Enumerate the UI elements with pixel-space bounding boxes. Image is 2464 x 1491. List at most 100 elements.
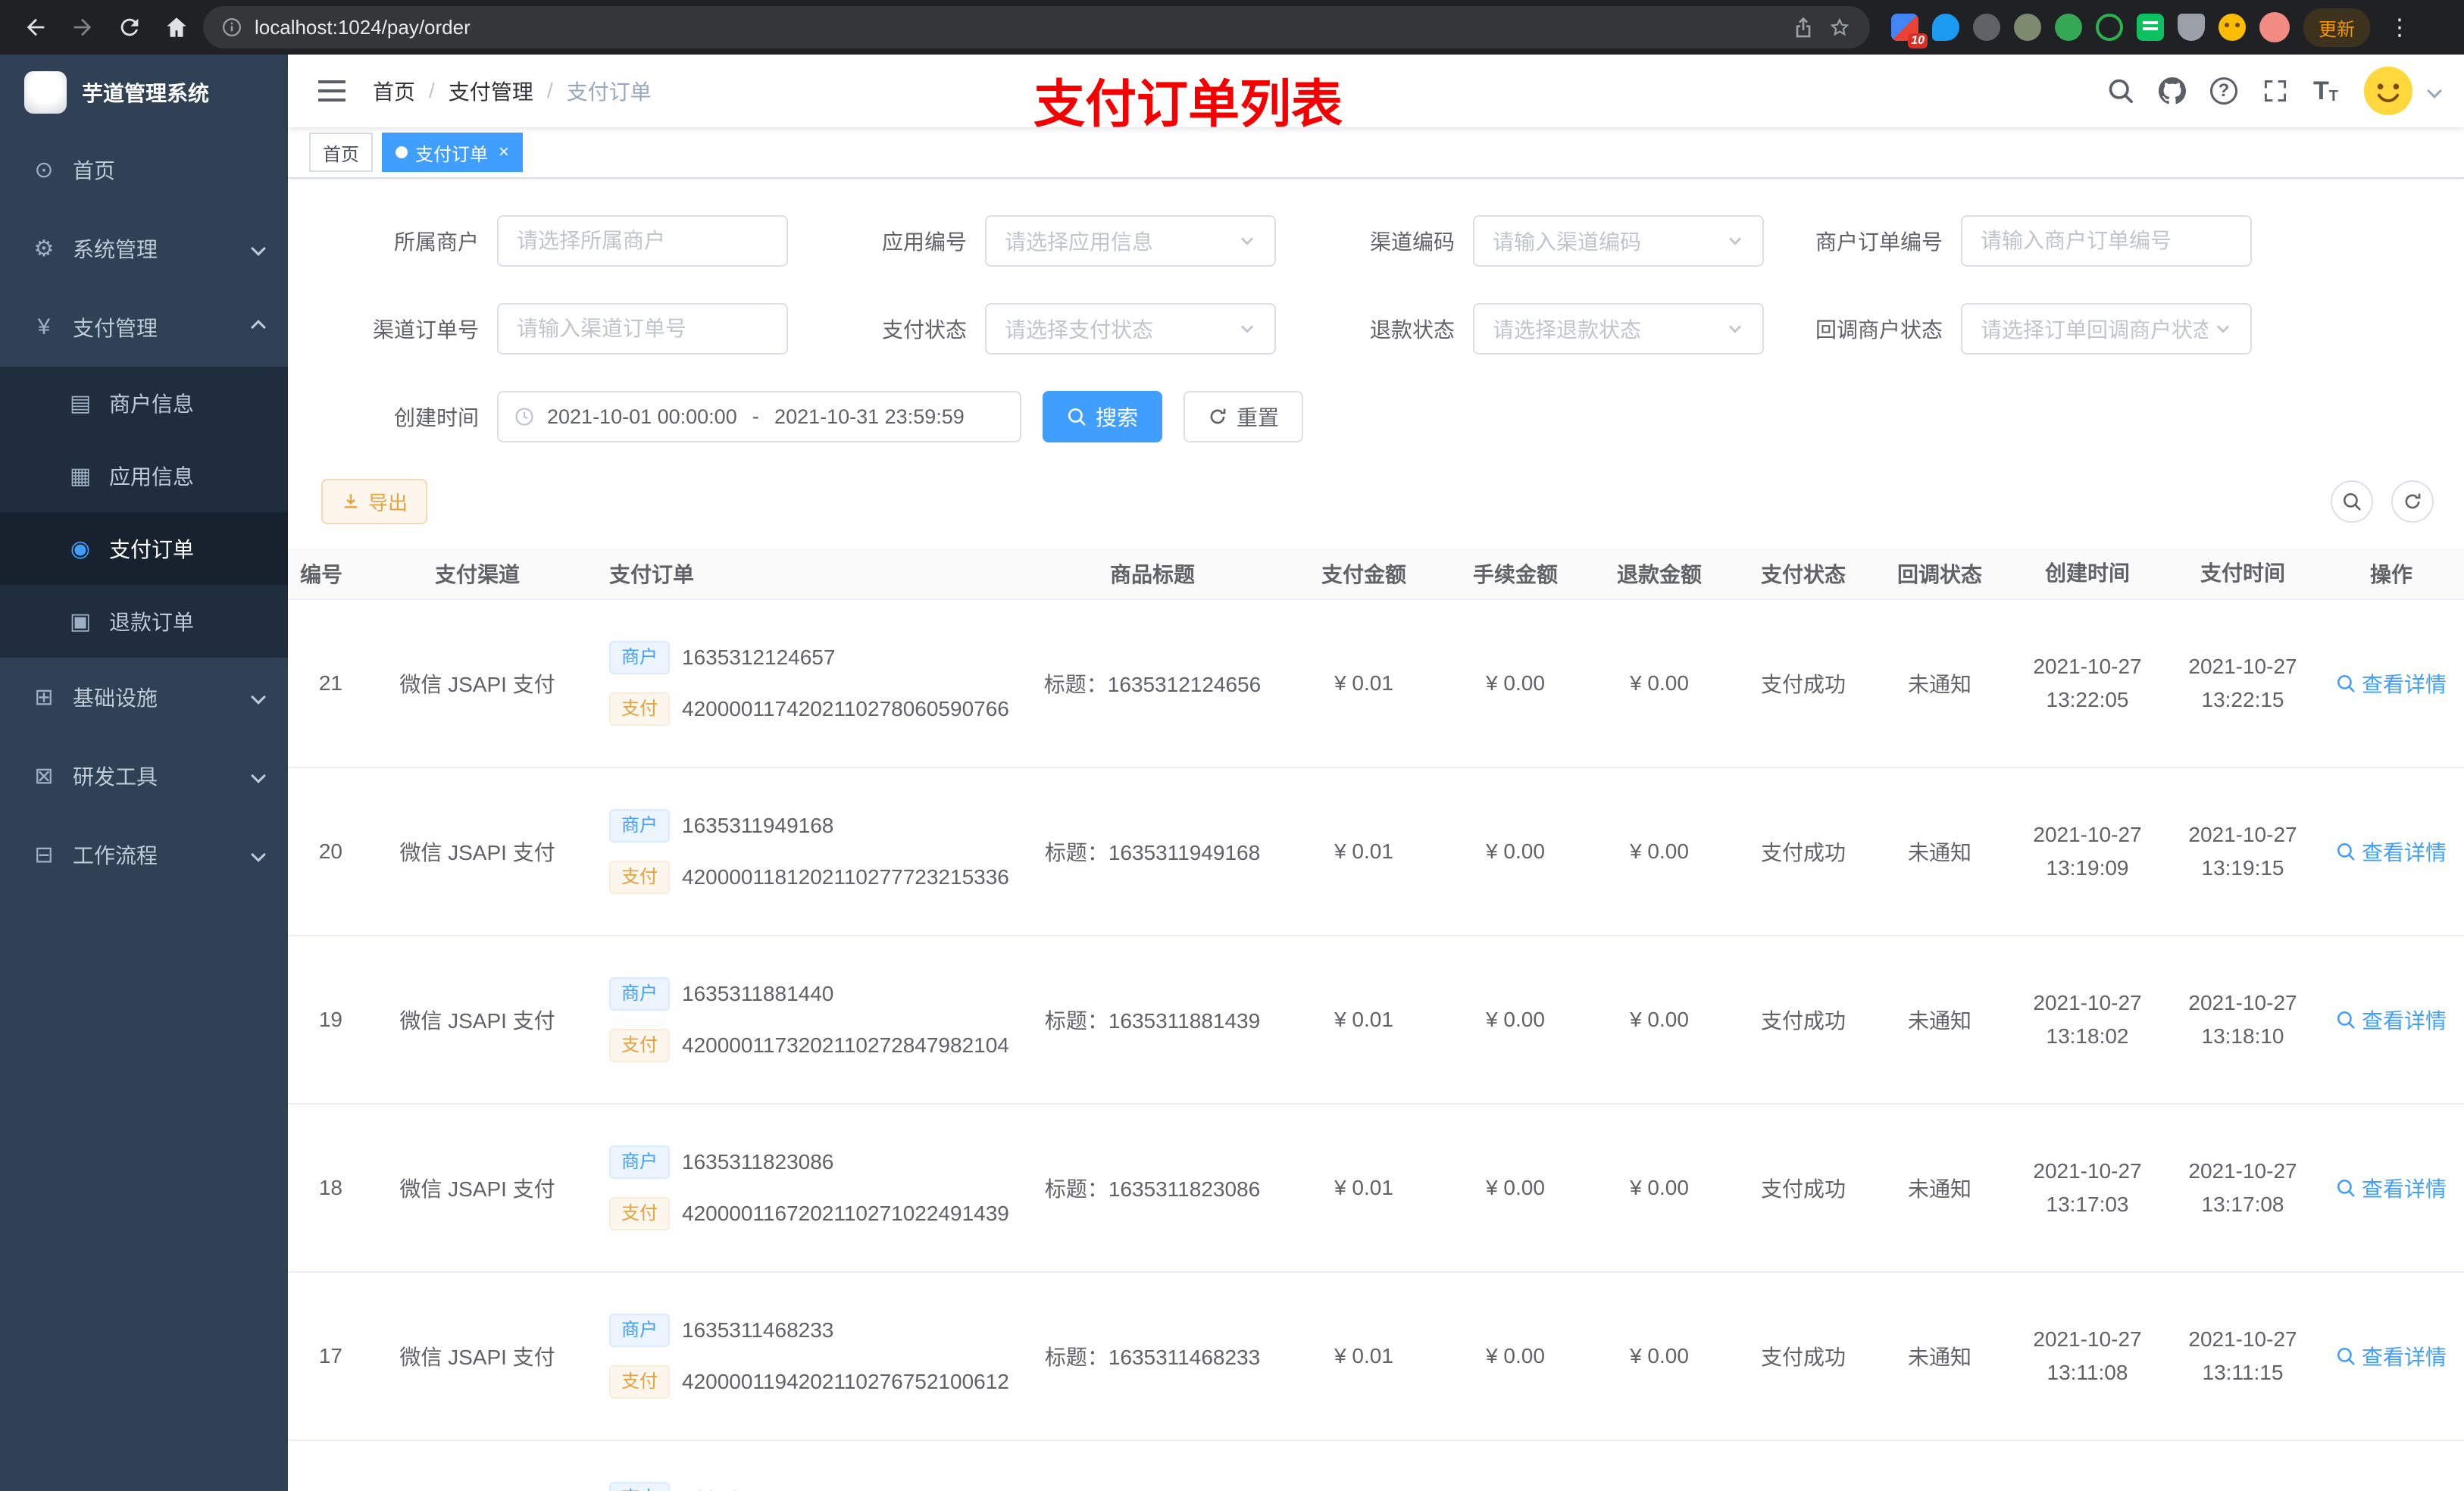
user-avatar[interactable]	[2362, 65, 2414, 117]
url-text[interactable]: localhost:1024/pay/order	[255, 16, 1779, 39]
extension-icon[interactable]	[2219, 14, 2246, 41]
notify-status-select[interactable]: 请选择订单回调商户状态	[1961, 303, 2252, 355]
extension-icon[interactable]: 10	[1891, 14, 1928, 48]
cell-action: 查看详情	[2319, 1105, 2464, 1271]
extensions-area: 10 更新 ⋮	[1891, 8, 2422, 48]
sidebar-item-devtools[interactable]: ⊠ 研发工具	[0, 736, 288, 815]
view-detail-link[interactable]: 查看详情	[2336, 1341, 2447, 1371]
cell-fee: ¥ 0.00	[1486, 1176, 1545, 1199]
filter-label: 所属商户	[393, 230, 479, 254]
channel-code-select[interactable]: 请输入渠道编码	[1473, 215, 1764, 267]
table-header-row: 编号 支付渠道 支付订单 商品标题 支付金额 手续金额 退款金额 支付状态 回调…	[288, 549, 2464, 600]
app-select[interactable]: 请选择应用信息	[985, 215, 1276, 267]
cell-title: 标题：1635311823086	[1044, 1177, 1261, 1201]
browser-home-button[interactable]	[156, 7, 197, 48]
bookmark-star-icon[interactable]	[1828, 15, 1852, 39]
search-icon	[2336, 1010, 2356, 1030]
help-icon[interactable]: ?	[2210, 77, 2237, 105]
share-icon[interactable]	[1791, 15, 1815, 39]
extension-icon[interactable]	[2055, 14, 2082, 41]
workflow-icon: ⊟	[34, 842, 54, 867]
create-time-range-picker[interactable]: 2021-10-01 00:00:00 - 2021-10-31 23:59:5…	[497, 391, 1021, 442]
merchant-order-no: 1635311949168	[682, 814, 834, 837]
cell-channel: 微信 JSAPI 支付	[399, 1177, 555, 1201]
pay-tag: 支付	[609, 692, 670, 726]
fullscreen-icon[interactable]	[2262, 77, 2289, 105]
chevron-down-icon	[251, 768, 266, 783]
view-detail-label: 查看详情	[2361, 1009, 2447, 1033]
browser-forward-button[interactable]	[62, 7, 103, 48]
view-detail-link[interactable]: 查看详情	[2336, 1173, 2447, 1203]
merchant-order-no: 1635312124657	[682, 645, 836, 669]
app-logo[interactable]: 芋道管理系统	[0, 55, 288, 130]
view-detail-link[interactable]: 查看详情	[2336, 836, 2447, 867]
sidebar-item-home[interactable]: ⊙ 首页	[0, 130, 288, 209]
cell-fee	[1447, 1441, 1584, 1491]
cell-refund: ¥ 0.00	[1630, 1344, 1689, 1368]
font-size-icon[interactable]: TT	[2313, 78, 2338, 104]
chevron-down-icon	[251, 847, 266, 862]
extension-icon[interactable]	[1932, 14, 1959, 41]
cell-create-time: 2021-10-27 13:18:02	[2008, 936, 2167, 1103]
breadcrumb-item[interactable]: 首页	[373, 76, 415, 106]
sidebar-item-refund-order[interactable]: ▣ 退款订单	[0, 585, 288, 658]
toggle-search-button[interactable]	[2331, 480, 2373, 523]
tab-home[interactable]: 首页	[309, 133, 373, 172]
sidebar-item-merchant-info[interactable]: ▤ 商户信息	[0, 367, 288, 439]
cell-notify: 未通知	[1907, 1009, 1972, 1033]
site-info-icon[interactable]	[221, 17, 242, 38]
cell-amount: ¥ 0.01	[1334, 1344, 1393, 1368]
chevron-down-icon	[1238, 232, 1256, 250]
export-button[interactable]: 导出	[321, 479, 428, 524]
cell-channel: 微信 JSAPI 支付	[399, 841, 555, 864]
tab-pay-order[interactable]: 支付订单 ×	[382, 133, 524, 172]
extension-icon[interactable]	[2096, 14, 2123, 41]
merchant-order-no-input[interactable]	[1961, 215, 2252, 267]
column-header-create-time: 创建时间	[2044, 561, 2130, 585]
github-icon[interactable]	[2159, 77, 2186, 105]
sidebar-item-payment[interactable]: ¥ 支付管理	[0, 288, 288, 367]
search-icon[interactable]	[2107, 77, 2134, 105]
filter-label: 商户订单编号	[1815, 230, 1943, 254]
view-detail-label: 查看详情	[2361, 1177, 2447, 1201]
cell-action: 查看详情	[2319, 936, 2464, 1103]
extension-icon[interactable]	[2014, 14, 2041, 41]
close-icon[interactable]: ×	[499, 142, 509, 163]
merchant-order-line: 商户 1635312124657	[609, 641, 835, 674]
refresh-icon	[1208, 407, 1227, 427]
chevron-down-icon	[1726, 320, 1744, 338]
search-button[interactable]: 搜索	[1043, 391, 1163, 442]
sidebar-item-pay-order[interactable]: ◉ 支付订单	[0, 512, 288, 585]
refund-status-select[interactable]: 请选择退款状态	[1473, 303, 1764, 355]
merchant-input[interactable]	[497, 215, 788, 267]
pay-status-select[interactable]: 请选择支付状态	[985, 303, 1276, 355]
browser-update-button[interactable]: 更新	[2303, 8, 2370, 47]
pin-icon[interactable]	[2178, 14, 2205, 41]
address-bar[interactable]: localhost:1024/pay/order	[203, 6, 1870, 48]
time: 13:18:10	[2201, 1024, 2284, 1048]
extension-icon[interactable]	[2137, 14, 2164, 41]
sidebar-item-infrastructure[interactable]: ⊞ 基础设施	[0, 658, 288, 736]
channel-order-no-input[interactable]	[497, 303, 788, 355]
reset-button[interactable]: 重置	[1184, 391, 1304, 442]
refresh-table-button[interactable]	[2391, 480, 2434, 523]
table-row: 17 微信 JSAPI 支付 商户 1635311468233 支付 4200001…	[288, 1273, 2464, 1441]
view-detail-link[interactable]: 查看详情	[2336, 1005, 2447, 1035]
app-shell: 芋道管理系统 ⊙ 首页 ⚙ 系统管理 ¥ 支付管理 ▤ 商户信息 ▦ 应用信息 …	[0, 55, 2464, 1491]
cell-channel: 微信 JSAPI 支付	[399, 673, 555, 696]
breadcrumb-item[interactable]: 支付管理	[449, 76, 533, 106]
sidebar-item-app-info[interactable]: ▦ 应用信息	[0, 439, 288, 512]
hamburger-icon[interactable]	[318, 89, 346, 92]
sidebar-item-workflow[interactable]: ⊟ 工作流程	[0, 815, 288, 894]
select-placeholder: 请选择退款状态	[1493, 318, 1642, 342]
browser-menu-icon[interactable]: ⋮	[2384, 14, 2416, 41]
chevron-down-icon[interactable]	[2427, 83, 2442, 98]
view-detail-link[interactable]: 查看详情	[2336, 668, 2447, 699]
sidebar-item-system[interactable]: ⚙ 系统管理	[0, 209, 288, 288]
cell-refund: ¥ 0.00	[1630, 671, 1689, 695]
extension-icon[interactable]	[1973, 14, 2000, 41]
browser-profile-avatar[interactable]	[2259, 12, 2290, 42]
browser-back-button[interactable]	[15, 7, 56, 48]
browser-reload-button[interactable]	[109, 7, 150, 48]
download-icon	[341, 492, 361, 511]
